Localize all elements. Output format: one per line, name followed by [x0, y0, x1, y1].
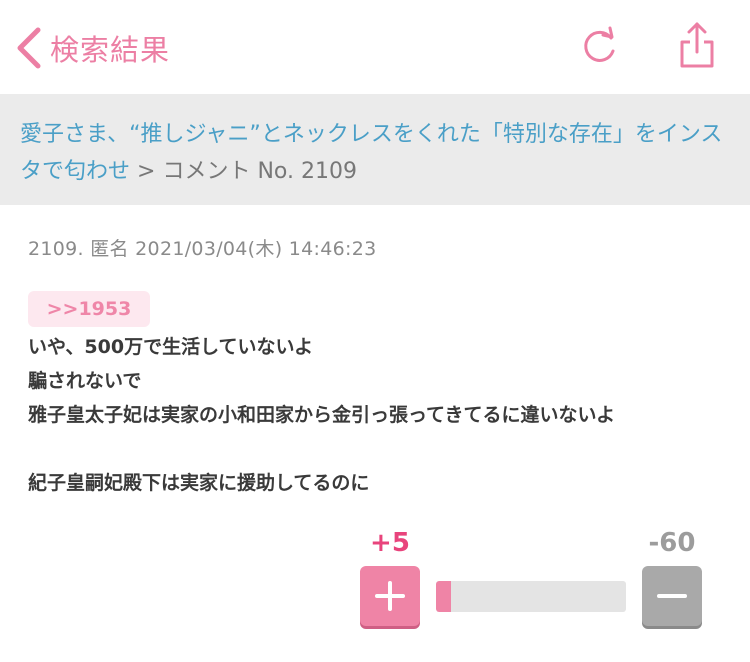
navigation-bar: 検索結果 — [0, 0, 750, 94]
chevron-left-icon — [14, 26, 44, 70]
comment-line: 騙されないで — [28, 370, 142, 392]
plus-vote-button[interactable] — [360, 566, 420, 626]
refresh-icon — [576, 26, 622, 74]
refresh-button[interactable] — [576, 24, 622, 70]
vote-ratio-fill — [436, 581, 451, 612]
comment-line: いや、500万で生活していないよ — [28, 336, 314, 358]
share-icon — [674, 22, 720, 74]
back-button[interactable]: 検索結果 — [14, 26, 170, 70]
plus-vote-count: +5 — [370, 528, 410, 558]
minus-icon — [656, 580, 688, 612]
share-button[interactable] — [674, 20, 720, 68]
minus-vote-count: -60 — [648, 528, 696, 558]
reply-anchor-link[interactable]: >>1953 — [28, 291, 150, 327]
comment-line — [28, 432, 728, 466]
topic-title-link[interactable]: 愛子さま、“推しジャニ”とネックレスをくれた「特別な存在」をインスタで匂わせ — [20, 122, 722, 184]
minus-vote-button[interactable] — [642, 566, 702, 626]
vote-ratio-bar — [436, 581, 626, 612]
breadcrumb: 愛子さま、“推しジャニ”とネックレスをくれた「特別な存在」をインスタで匂わせ >… — [20, 116, 735, 190]
breadcrumb-separator: > — [137, 159, 156, 184]
comment-number-label: コメント No. 2109 — [162, 159, 357, 184]
comment-body: いや、500万で生活していないよ 騙されないで 雅子皇太子妃は実家の小和田家から… — [28, 330, 728, 500]
comment-line: 雅子皇太子妃は実家の小和田家から金引っ張ってきてるに違いないよ — [28, 404, 616, 426]
plus-icon — [374, 580, 406, 612]
back-label: 検索結果 — [50, 33, 171, 67]
comment-meta: 2109. 匿名 2021/03/04(木) 14:46:23 — [28, 238, 377, 260]
comment-line: 紀子皇嗣妃殿下は実家に援助してるのに — [28, 472, 370, 494]
